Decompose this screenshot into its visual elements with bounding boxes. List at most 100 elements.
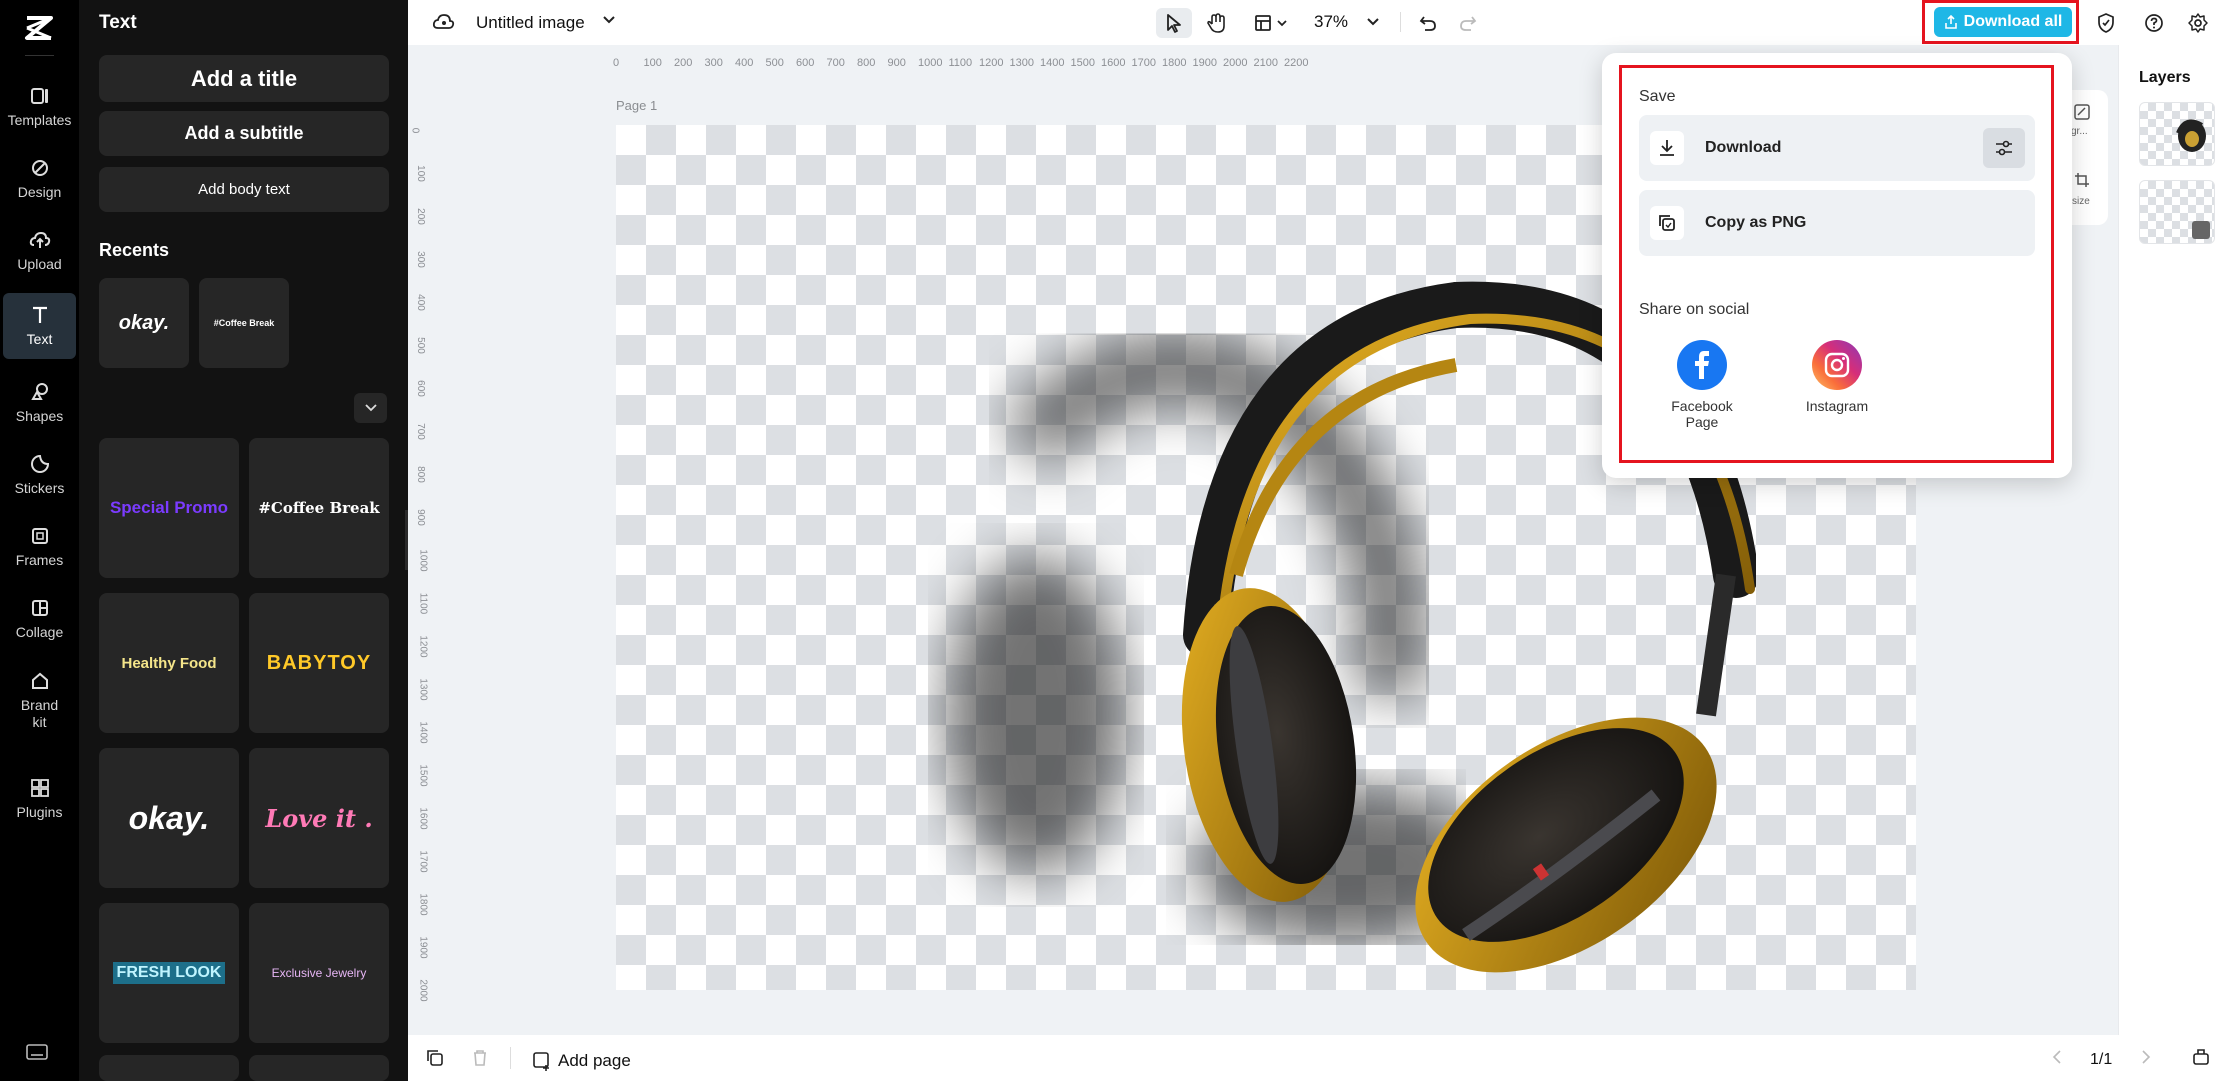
download-option[interactable]: Download: [1639, 115, 2035, 181]
layers-panel: Layers: [2118, 45, 2218, 1035]
save-section-title: Save: [1639, 88, 1675, 106]
share-instagram-button[interactable]: Instagram: [1787, 340, 1887, 414]
templates-icon: [29, 85, 51, 107]
help-circle-icon: [2144, 13, 2164, 33]
duplicate-page-icon[interactable]: [426, 1049, 444, 1072]
shield-button[interactable]: [2090, 8, 2122, 38]
zoom-level[interactable]: 37%: [1314, 12, 1348, 32]
rail-item-templates[interactable]: Templates: [3, 74, 76, 140]
rail-label: Stickers: [15, 480, 65, 497]
rail-item-shapes[interactable]: Shapes: [3, 370, 76, 436]
export-icon: [1944, 15, 1958, 29]
ruler-left-tick: 600: [415, 380, 426, 397]
text-template[interactable]: Healthy Food: [99, 593, 239, 733]
ruler-top-tick: 500: [766, 57, 784, 69]
add-page-icon: [532, 1051, 552, 1071]
ruler-top-tick: 1400: [1040, 57, 1064, 69]
instagram-label: Instagram: [1787, 398, 1887, 414]
ruler-left-tick: 1600: [418, 807, 429, 829]
ruler-left-tick: 0: [409, 128, 420, 134]
prev-page-icon[interactable]: [2051, 1049, 2063, 1070]
share-facebook-button[interactable]: Facebook Page: [1652, 340, 1752, 430]
chevron-down-icon: [364, 403, 378, 413]
panel-title: Text: [99, 12, 137, 34]
cloud-sync-icon[interactable]: [432, 12, 456, 37]
ruler-left-tick: 300: [415, 251, 426, 268]
collapse-recents-button[interactable]: [354, 393, 387, 423]
ruler-top-tick: 1000: [918, 57, 942, 69]
ruler-left-tick: 1400: [418, 721, 429, 743]
ruler-left-tick: 900: [415, 509, 426, 526]
next-page-icon[interactable]: [2140, 1049, 2152, 1070]
rail-label: Design: [18, 184, 62, 201]
shapes-icon: [29, 381, 51, 403]
rail-item-collage[interactable]: Collage: [3, 586, 76, 652]
help-button[interactable]: [2138, 8, 2170, 38]
resize-icon[interactable]: [2074, 172, 2090, 193]
text-template[interactable]: Special Promo: [99, 438, 239, 578]
pages-panel-icon[interactable]: [2192, 1048, 2210, 1071]
rail-label: Upload: [17, 256, 61, 273]
add-body-text-button[interactable]: Add body text: [99, 167, 389, 212]
zoom-chevron-down-icon[interactable]: [1366, 15, 1380, 34]
ruler-top-tick: 2000: [1223, 57, 1247, 69]
hand-tool-button[interactable]: [1198, 8, 1234, 38]
layer-thumbnail-background[interactable]: [2139, 180, 2215, 244]
add-title-button[interactable]: Add a title: [99, 55, 389, 102]
select-tool-button[interactable]: [1156, 8, 1192, 38]
rail-label: Collage: [16, 624, 63, 641]
top-bar: Untitled image 37% Download all: [408, 0, 2218, 45]
text-template[interactable]: FRESH LOOK: [99, 903, 239, 1043]
ruler-left-tick: 1100: [417, 593, 428, 615]
rail-item-stickers[interactable]: Stickers: [3, 442, 76, 508]
text-template[interactable]: #Coffee Break: [249, 438, 389, 578]
share-section-title: Share on social: [1639, 301, 1749, 319]
recent-item[interactable]: okay.: [99, 278, 189, 368]
undo-icon: [1419, 14, 1437, 32]
redo-button[interactable]: [1452, 8, 1484, 38]
delete-page-icon[interactable]: [472, 1049, 488, 1072]
ruler-top-tick: 1600: [1101, 57, 1125, 69]
ruler-top-tick: 0: [613, 57, 619, 69]
keyboard-icon[interactable]: [26, 1044, 48, 1062]
layer-thumbnail-headphones[interactable]: [2139, 102, 2215, 166]
text-template[interactable]: [249, 1055, 389, 1081]
ruler-left-tick: 100: [415, 165, 426, 182]
recents-title: Recents: [99, 240, 169, 261]
rail-item-design[interactable]: Design: [3, 146, 76, 212]
instagram-icon: [1812, 340, 1862, 390]
text-template[interactable]: okay.: [99, 748, 239, 888]
ruler-top-tick: 1300: [1010, 57, 1034, 69]
add-subtitle-button[interactable]: Add a subtitle: [99, 111, 389, 156]
facebook-label-line2: Page: [1652, 414, 1752, 430]
ruler-top-tick: 1500: [1071, 57, 1095, 69]
download-settings-button[interactable]: [1983, 128, 2025, 168]
text-template[interactable]: [99, 1055, 239, 1081]
hand-icon: [1206, 13, 1226, 33]
text-template[interactable]: BABYTOY: [249, 593, 389, 733]
rail-item-upload[interactable]: Upload: [3, 218, 76, 284]
chevron-down-icon[interactable]: [602, 13, 616, 32]
recent-item[interactable]: #Coffee Break: [199, 278, 289, 368]
settings-button[interactable]: [2182, 8, 2214, 38]
document-title[interactable]: Untitled image: [476, 13, 585, 33]
rail-item-text[interactable]: Text: [3, 293, 76, 359]
ruler-top-tick: 1900: [1193, 57, 1217, 69]
text-template[interactable]: Exclusive Jewelry: [249, 903, 389, 1043]
layout-dropdown-button[interactable]: [1248, 8, 1294, 38]
rail-item-plugins[interactable]: Plugins: [3, 766, 76, 832]
text-template[interactable]: Love it .: [249, 748, 389, 888]
undo-button[interactable]: [1412, 8, 1444, 38]
download-all-button[interactable]: Download all: [1934, 7, 2072, 37]
ruler-top-tick: 300: [705, 57, 723, 69]
rail-item-brand-kit[interactable]: Brand kit: [3, 660, 76, 740]
download-icon: [1650, 131, 1684, 165]
copy-as-png-option[interactable]: Copy as PNG: [1639, 190, 2035, 256]
background-icon[interactable]: [2074, 104, 2090, 125]
rail-item-frames[interactable]: Frames: [3, 514, 76, 580]
ruler-top-tick: 1700: [1132, 57, 1156, 69]
ruler-top-tick: 400: [735, 57, 753, 69]
capcut-logo-icon[interactable]: [19, 8, 59, 48]
add-page-button[interactable]: Add page: [532, 1051, 631, 1071]
rail-label: Plugins: [17, 804, 63, 821]
